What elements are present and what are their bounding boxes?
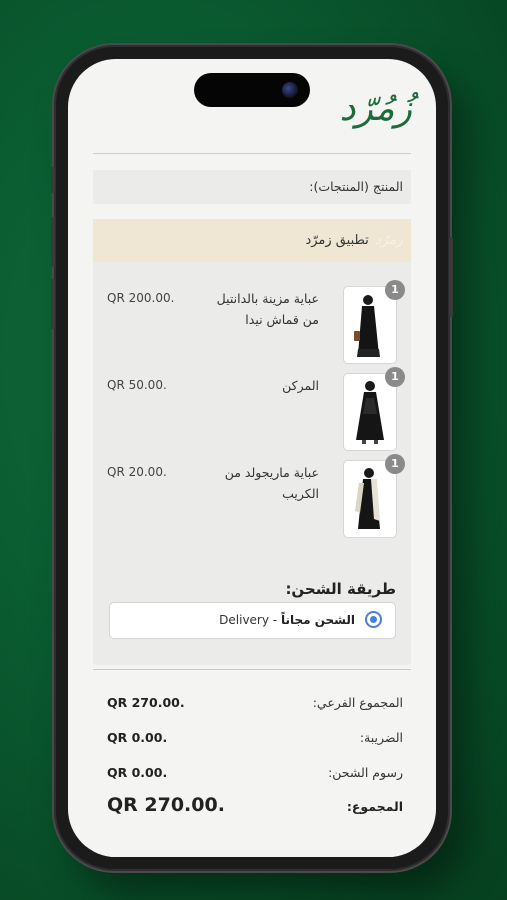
- checkout-page: زُمُرّد المنتج (المنتجات): زمرّد تطبيق زم…: [68, 59, 436, 857]
- total-value: QR 270.00.: [107, 794, 225, 816]
- totals-divider: [93, 669, 411, 670]
- list-item[interactable]: 1 عباية ماريجولد من الكريب QR 20.00.: [93, 454, 411, 540]
- action-button: [51, 167, 55, 193]
- shipping-fee-value: QR 0.00.: [107, 765, 168, 780]
- volume-down-button: [51, 279, 55, 329]
- subtotal-label: المجموع الفرعي:: [312, 695, 403, 710]
- total-label: المجموع:: [346, 799, 403, 814]
- store-logo: زمرّد: [374, 232, 403, 248]
- list-item[interactable]: 1 المركن QR 50.00.: [93, 367, 411, 453]
- products-heading: المنتج (المنتجات):: [93, 170, 411, 204]
- quantity-badge: 1: [385, 280, 405, 300]
- order-items-list: 1 عباية مزينة بالدانتيل من قماش نيدا QR …: [93, 262, 411, 665]
- store-header: زمرّد تطبيق زمرّد: [93, 219, 411, 262]
- shipping-method-name: Delivery: [219, 613, 269, 627]
- abaya-image-icon: [356, 381, 384, 444]
- abaya-image-icon: [355, 468, 380, 529]
- power-button: [449, 237, 453, 317]
- item-name: عباية مزينة بالدانتيل من قماش نيدا: [216, 291, 319, 327]
- phone-screen: زُمُرّد المنتج (المنتجات): زمرّد تطبيق زم…: [68, 59, 436, 857]
- tax-label: الضريبة:: [359, 730, 403, 745]
- shipping-option-delivery[interactable]: Delivery - الشحن مجاناً: [109, 602, 396, 639]
- item-name: عباية ماريجولد من الكريب: [224, 465, 319, 501]
- shipping-note: الشحن مجاناً: [280, 613, 355, 627]
- item-price: QR 50.00.: [107, 378, 167, 392]
- item-price: QR 20.00.: [107, 465, 167, 479]
- tax-value: QR 0.00.: [107, 730, 168, 745]
- camera-icon: [282, 82, 298, 98]
- list-item[interactable]: 1 عباية مزينة بالدانتيل من قماش نيدا QR …: [93, 280, 411, 366]
- radio-selected-icon[interactable]: [365, 611, 382, 628]
- shipping-option-label: Delivery - الشحن مجاناً: [219, 603, 355, 638]
- item-name: المركن: [282, 378, 319, 393]
- dynamic-island: [194, 73, 310, 107]
- store-name: تطبيق زمرّد: [305, 233, 369, 248]
- header-divider: [93, 153, 411, 154]
- phone-frame: زُمُرّد المنتج (المنتجات): زمرّد تطبيق زم…: [51, 47, 453, 869]
- volume-up-button: [51, 217, 55, 267]
- abaya-image-icon: [354, 295, 380, 357]
- shipping-separator: -: [268, 613, 281, 627]
- shipping-method-title: طريقة الشحن:: [285, 580, 396, 598]
- order-totals: المجموع الفرعي: QR 270.00. الضريبة: QR 0…: [93, 681, 411, 857]
- item-price: QR 200.00.: [107, 291, 175, 305]
- quantity-badge: 1: [385, 367, 405, 387]
- shipping-fee-label: رسوم الشحن:: [328, 765, 403, 780]
- quantity-badge: 1: [385, 454, 405, 474]
- app-logo[interactable]: زُمُرّد: [339, 87, 412, 131]
- subtotal-value: QR 270.00.: [107, 695, 185, 710]
